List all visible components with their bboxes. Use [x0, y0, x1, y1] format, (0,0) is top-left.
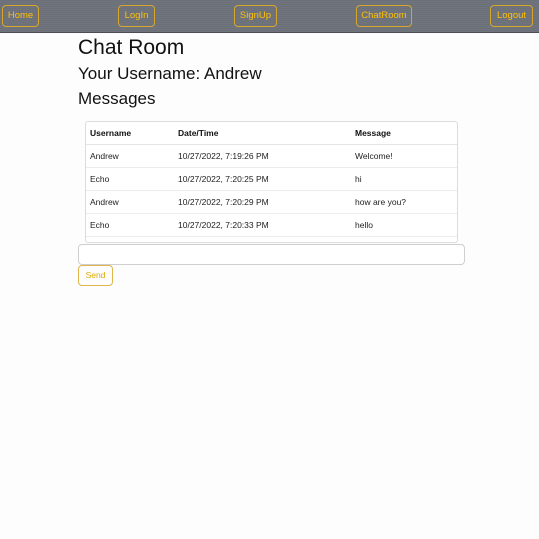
- header-username: Username: [86, 122, 174, 145]
- navbar: Home LogIn SignUp ChatRoom Logout: [0, 0, 539, 33]
- table-header-row: Username Date/Time Message: [86, 122, 457, 145]
- messages-heading: Messages: [78, 89, 156, 108]
- cell-datetime: 10/27/2022, 7:19:26 PM: [174, 144, 351, 168]
- cell-message: Welcome!: [351, 144, 457, 168]
- table-row: Echo 10/27/2022, 7:20:25 PM hi: [86, 167, 457, 191]
- cell-username: Andrew: [86, 144, 174, 168]
- username-label: Your Username:: [78, 64, 204, 83]
- table-row: Andrew 10/27/2022, 7:19:26 PM Welcome!: [86, 144, 457, 168]
- table-row: Echo 10/27/2022, 7:20:33 PM hello: [86, 213, 457, 237]
- nav-chatroom-button[interactable]: ChatRoom: [356, 5, 412, 27]
- nav-logout-button[interactable]: Logout: [490, 5, 533, 27]
- cell-message: hello: [351, 213, 457, 237]
- message-input[interactable]: [78, 244, 465, 265]
- cell-username: Andrew: [86, 190, 174, 214]
- cell-datetime: 10/27/2022, 7:20:25 PM: [174, 167, 351, 191]
- messages-table: Username Date/Time Message Andrew 10/27/…: [86, 122, 457, 237]
- page-title: Chat Room: [78, 36, 185, 59]
- cell-message: hi: [351, 167, 457, 191]
- cell-username: Echo: [86, 167, 174, 191]
- header-message: Message: [351, 122, 457, 145]
- username-heading: Your Username: Andrew: [78, 64, 262, 84]
- username-value: Andrew: [204, 64, 262, 83]
- nav-login-button[interactable]: LogIn: [118, 5, 155, 27]
- nav-signup-button[interactable]: SignUp: [234, 5, 277, 27]
- cell-datetime: 10/27/2022, 7:20:33 PM: [174, 213, 351, 237]
- nav-home-button[interactable]: Home: [2, 5, 39, 27]
- cell-datetime: 10/27/2022, 7:20:29 PM: [174, 190, 351, 214]
- messages-table-container: Username Date/Time Message Andrew 10/27/…: [85, 121, 458, 243]
- cell-username: Echo: [86, 213, 174, 237]
- send-button[interactable]: Send: [78, 265, 113, 286]
- header-datetime: Date/Time: [174, 122, 351, 145]
- cell-message: how are you?: [351, 190, 457, 214]
- table-row: Andrew 10/27/2022, 7:20:29 PM how are yo…: [86, 190, 457, 214]
